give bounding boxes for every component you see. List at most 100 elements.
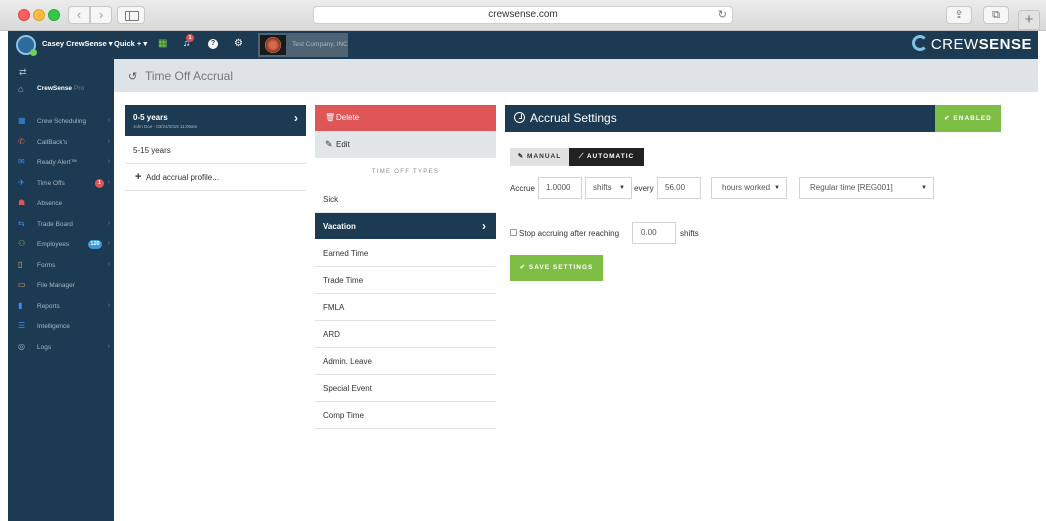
sidebar-item-reports[interactable]: ▮ Reports ›: [18, 300, 112, 314]
quick-add-menu[interactable]: Quick + ▾: [114, 39, 147, 48]
time-off-type-ard[interactable]: ARD: [315, 321, 496, 348]
time-off-type-label: Special Event: [323, 384, 372, 393]
chevron-right-icon: ›: [107, 178, 110, 186]
sidebar-count-badge: 120: [88, 240, 102, 249]
automatic-mode-button[interactable]: ⟋ AUTOMATIC: [569, 148, 644, 166]
bar-chart-icon: ▮: [18, 300, 23, 310]
time-off-type-label: Comp Time: [323, 411, 364, 420]
sidebar-item-label: Time Offs: [37, 179, 65, 187]
time-off-type-trade-time[interactable]: Trade Time: [315, 267, 496, 294]
users-icon: ⚇: [18, 239, 26, 248]
save-settings-button[interactable]: ✔ SAVE SETTINGS: [510, 255, 603, 281]
page-header: ↺ Time Off Accrual: [114, 59, 1038, 92]
time-off-type-label: Trade Time: [323, 276, 364, 285]
close-window-button[interactable]: [18, 9, 30, 21]
sidebar-item-employees[interactable]: ⚇ Employees 120 ›: [18, 238, 112, 252]
stop-accruing-label: Stop accruing after reaching: [519, 229, 620, 238]
time-off-type-label: Vacation: [323, 222, 356, 231]
log-icon: ◎: [18, 341, 25, 351]
calendar-icon[interactable]: ▦: [158, 37, 167, 51]
tab-overview-icon[interactable]: ⧉: [983, 6, 1009, 24]
enabled-toggle[interactable]: ✔ ENABLED: [935, 105, 1001, 132]
every-unit-select[interactable]: hours worked ▼: [711, 177, 787, 199]
time-off-type-vacation[interactable]: Vacation ›: [315, 213, 496, 239]
forward-button[interactable]: ›: [90, 6, 112, 24]
cogs-icon[interactable]: ⚙: [234, 37, 243, 51]
time-off-types-heading: TIME OFF TYPES: [371, 169, 440, 175]
sidebar-item-intelligence[interactable]: ☰ Intelligence: [18, 320, 112, 334]
minimize-window-button[interactable]: [33, 9, 45, 21]
time-off-type-comp-time[interactable]: Comp Time: [315, 402, 496, 429]
time-off-type-sick[interactable]: Sick: [315, 186, 496, 213]
sidebar-item-label: Crew Scheduling: [37, 118, 87, 125]
envelope-icon: ✉: [18, 157, 25, 166]
sidebar-item-label: Ready Alert™: [37, 159, 78, 166]
sidebar-item-logs[interactable]: ◎ Logs ›: [18, 341, 112, 355]
zoom-window-button[interactable]: [48, 9, 60, 21]
file-icon: ▯: [18, 259, 23, 269]
sidebar-item-ready-alert[interactable]: ✉ Ready Alert™ ›: [18, 156, 112, 170]
sidebar-item-crew-scheduling[interactable]: ▦ Crew Scheduling ›: [18, 115, 112, 129]
time-off-type-earned-time[interactable]: Earned Time: [315, 240, 496, 267]
time-off-type-label: Sick: [323, 195, 339, 204]
brand-logo: CREWSENSE: [911, 35, 1032, 53]
time-code-select[interactable]: Regular time [REG001] ▼: [799, 177, 934, 199]
reload-icon[interactable]: ↻: [718, 7, 727, 23]
time-off-type-admin-leave[interactable]: Admin. Leave: [315, 348, 496, 375]
plane-icon: ✈: [18, 177, 25, 187]
plus-icon: +: [135, 171, 142, 183]
sidebar-item-home[interactable]: ⌂ CrewSense Pro: [18, 83, 112, 97]
add-profile-label: Add accrual profile...: [146, 173, 219, 182]
profile-name: 0-5 years: [133, 113, 168, 122]
sidebar-item-label: Employees: [37, 241, 70, 248]
sidebar-item-forms[interactable]: ▯ Forms ›: [18, 259, 112, 273]
stop-unit-label: shifts: [680, 229, 699, 238]
accrual-profile-item[interactable]: 5-15 years: [125, 137, 306, 164]
sidebar-item-callback-s[interactable]: ✆ CallBack's ›: [18, 136, 112, 150]
sidebar-toggle-icon[interactable]: [117, 6, 145, 24]
accrual-profile-active[interactable]: 0-5 years John Doe - 03/24/2015 11:06am …: [125, 105, 306, 136]
sidebar-count-badge: 1: [95, 178, 104, 188]
back-button[interactable]: ‹: [68, 6, 90, 24]
address-bar[interactable]: crewsense.com ↻: [313, 6, 733, 24]
sidebar-item-label: Intelligence: [37, 323, 70, 330]
sidebar-item-absence[interactable]: ☗ Absence: [18, 197, 112, 211]
every-amount-input[interactable]: 56.00: [657, 177, 701, 199]
caret-down-icon: ▼: [921, 185, 927, 191]
sidebar: ⇄ ⌂ CrewSense Pro ▦ Crew Scheduling › ✆ CallB…: [8, 59, 114, 521]
phone-icon: ✆: [18, 136, 25, 146]
crewsense-logo-icon[interactable]: [16, 35, 37, 56]
caret-down-icon: ▼: [774, 185, 780, 191]
trash-icon: 🗑: [325, 113, 336, 122]
time-off-type-fmla[interactable]: FMLA: [315, 294, 496, 321]
delete-button[interactable]: 🗑 Delete: [315, 105, 496, 131]
edit-button[interactable]: ✎ Edit: [315, 131, 496, 158]
chevron-right-icon: ›: [107, 260, 110, 268]
sidebar-item-label: Forms: [37, 261, 56, 269]
new-tab-button[interactable]: +: [1018, 10, 1040, 30]
swap-icon[interactable]: ⇄: [19, 67, 27, 78]
accrual-settings-header: Accrual Settings: [505, 105, 935, 132]
share-icon[interactable]: ⇪: [946, 6, 972, 24]
help-icon[interactable]: ?: [208, 39, 218, 49]
accrue-amount-input[interactable]: 1.0000: [538, 177, 582, 199]
sidebar-item-label: File Manager: [37, 282, 75, 289]
time-off-type-special-event[interactable]: Special Event: [315, 375, 496, 402]
brand-text-light: CREW: [930, 36, 979, 53]
manual-mode-button[interactable]: ✎ MANUAL: [510, 148, 569, 166]
stop-accruing-checkbox[interactable]: [510, 229, 517, 236]
sidebar-item-file-manager[interactable]: ▭ File Manager: [18, 279, 112, 293]
sidebar-item-label: Trade Board: [37, 220, 73, 228]
company-name: Test Company, INC: [292, 41, 348, 48]
stop-amount-input[interactable]: 0.00: [632, 222, 676, 244]
browser-toolbar: ‹ › crewsense.com ↻ ⇪ ⧉ +: [0, 0, 1046, 31]
sidebar-item-trade-board[interactable]: ⇆ Trade Board ›: [18, 218, 112, 232]
brand-text-bold: SENSE: [978, 36, 1032, 53]
time-off-type-label: Earned Time: [323, 249, 369, 258]
add-accrual-profile-button[interactable]: + Add accrual profile...: [125, 164, 306, 191]
user-menu[interactable]: Casey CrewSense ▾: [42, 39, 112, 48]
sidebar-item-time-offs[interactable]: ✈ Time Offs 1 ›: [18, 177, 112, 191]
company-switcher[interactable]: Test Company, INC: [258, 33, 348, 57]
time-off-type-label: FMLA: [323, 303, 345, 312]
accrue-unit-select[interactable]: shifts ▼: [585, 177, 632, 199]
